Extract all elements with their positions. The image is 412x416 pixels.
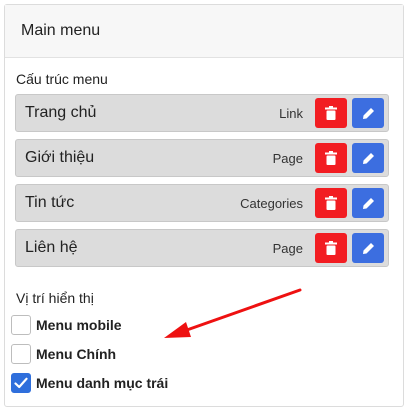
delete-button[interactable] xyxy=(315,188,347,218)
menu-item-name: Giới thiệu xyxy=(25,149,95,166)
pencil-icon xyxy=(362,152,374,164)
menu-item-name: Trang chủ xyxy=(25,104,97,121)
menu-item[interactable]: Liên hệ Page xyxy=(15,229,389,267)
option-label: Menu mobile xyxy=(36,317,122,333)
arrow-annotation xyxy=(164,288,302,338)
option-menu-chinh[interactable]: Menu Chính xyxy=(11,343,168,365)
option-menu-mobile[interactable]: Menu mobile xyxy=(11,314,168,336)
menu-item-type: Link xyxy=(279,105,303,121)
edit-button[interactable] xyxy=(352,98,384,128)
check-icon xyxy=(14,377,28,389)
edit-button[interactable] xyxy=(352,188,384,218)
option-label: Menu Chính xyxy=(36,346,117,362)
delete-button[interactable] xyxy=(315,143,347,173)
delete-button[interactable] xyxy=(315,98,347,128)
panel-header: Main menu xyxy=(5,5,403,58)
checkbox-menu-chinh[interactable] xyxy=(11,344,31,364)
structure-section-title: Cấu trúc menu xyxy=(16,71,108,87)
display-section-title: Vị trí hiển thị xyxy=(16,290,94,306)
pencil-icon xyxy=(362,197,374,209)
menu-item-type: Page xyxy=(272,150,303,166)
pencil-icon xyxy=(362,107,374,119)
display-options: Menu mobile Menu Chính Menu danh mục trá… xyxy=(11,314,168,401)
menu-item-name: Tin tức xyxy=(25,194,75,211)
trash-icon xyxy=(325,241,337,255)
edit-button[interactable] xyxy=(352,143,384,173)
menu-item-type: Categories xyxy=(240,195,303,211)
trash-icon xyxy=(325,196,337,210)
checkbox-menu-mobile[interactable] xyxy=(11,315,31,335)
pencil-icon xyxy=(362,242,374,254)
menu-item[interactable]: Tin tức Categories xyxy=(15,184,389,222)
option-menu-danh-muc-trai[interactable]: Menu danh mục trái xyxy=(11,372,168,394)
menu-item[interactable]: Giới thiệu Page xyxy=(15,139,389,177)
menu-item[interactable]: Trang chủ Link xyxy=(15,94,389,132)
edit-button[interactable] xyxy=(352,233,384,263)
trash-icon xyxy=(325,106,337,120)
menu-item-name: Liên hệ xyxy=(25,239,78,256)
panel-title: Main menu xyxy=(21,22,101,39)
trash-icon xyxy=(325,151,337,165)
menu-item-type: Page xyxy=(272,240,303,256)
menu-structure-list: Trang chủ Link Giới thiệu Page Tin tức C… xyxy=(15,94,389,274)
delete-button[interactable] xyxy=(315,233,347,263)
checkbox-menu-danh-muc-trai[interactable] xyxy=(11,373,31,393)
option-label: Menu danh mục trái xyxy=(36,375,169,391)
